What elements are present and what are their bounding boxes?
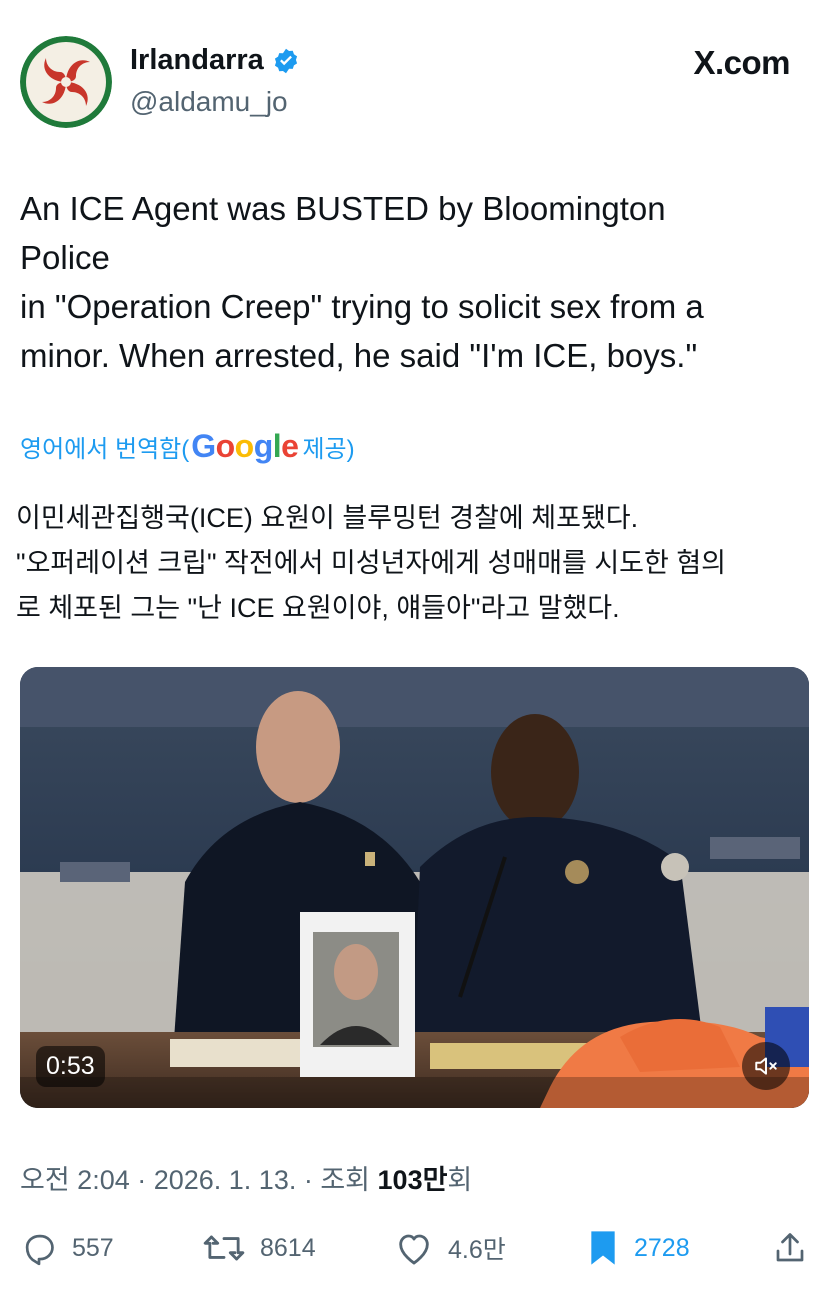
- x-brand-logo: X.com: [693, 44, 790, 82]
- video-player[interactable]: [20, 667, 809, 1108]
- google-logo: Google: [191, 428, 299, 464]
- video-frame: [20, 667, 809, 1108]
- tweet-meta: 오전 2:04 · 2026. 1. 13. · 조회 103만회: [20, 1158, 472, 1197]
- translation-suffix: 제공): [302, 436, 355, 463]
- view-count: 103만: [377, 1165, 448, 1195]
- repost-button[interactable]: 8614: [202, 1222, 316, 1274]
- heart-icon: [399, 1234, 429, 1265]
- reply-button[interactable]: 557: [20, 1222, 114, 1274]
- bookmark-count: 2728: [634, 1233, 690, 1262]
- translated-line: 로 체포된 그는 "난 ICE 요원이야, 얘들아"라고 말했다.: [16, 593, 620, 623]
- like-count: 4.6만: [448, 1236, 506, 1264]
- mute-button[interactable]: [742, 1042, 790, 1090]
- timestamp-prefix: 오전 2:04 · 2026. 1. 13. · 조회: [20, 1165, 378, 1195]
- author-handle[interactable]: @aldamu_jo: [130, 86, 288, 118]
- translation-prefix: 영어에서 번역함(: [20, 436, 190, 463]
- display-name[interactable]: Irlandarra: [130, 44, 300, 77]
- repost-count: 8614: [260, 1233, 316, 1262]
- translation-toggle-link[interactable]: 영어에서 번역함( Google 제공): [20, 428, 355, 465]
- tweet-line: minor. When arrested, he said "I'm ICE, …: [20, 337, 698, 374]
- tweet-line: in "Operation Creep" trying to solicit s…: [20, 288, 704, 325]
- share-icon: [776, 1233, 804, 1262]
- display-name-text: Irlandarra: [130, 44, 264, 76]
- tweet-line: Police: [20, 239, 110, 276]
- verified-badge-icon: [274, 48, 297, 73]
- reply-icon: [25, 1234, 54, 1266]
- avatar[interactable]: [20, 36, 112, 128]
- translated-line: "오퍼레이션 크립" 작전에서 미성년자에게 성매매를 시도한 혐의: [16, 548, 727, 578]
- tweet-text: An ICE Agent was BUSTED by Bloomington P…: [20, 184, 810, 380]
- video-duration-badge: 0:53: [36, 1046, 105, 1087]
- share-button[interactable]: [772, 1222, 808, 1274]
- bookmark-button[interactable]: 2728: [586, 1222, 690, 1274]
- brand-label: X.com: [693, 44, 790, 81]
- lauburu-emblem-icon: [20, 36, 112, 128]
- action-bar: 557 8614 4.6만 2728: [20, 1222, 810, 1274]
- tweet-line: An ICE Agent was BUSTED by Bloomington: [20, 190, 666, 227]
- speaker-muted-icon: [755, 1057, 777, 1075]
- repost-icon: [203, 1235, 245, 1261]
- bookmark-filled-icon: [591, 1231, 615, 1265]
- reply-count: 557: [72, 1233, 114, 1262]
- like-button[interactable]: 4.6만: [394, 1222, 506, 1274]
- translated-line: 이민세관집행국(ICE) 요원이 블루밍턴 경찰에 체포됐다.: [16, 503, 639, 533]
- translated-text: 이민세관집행국(ICE) 요원이 블루밍턴 경찰에 체포됐다. "오퍼레이션 크…: [16, 496, 816, 631]
- view-suffix: 회: [447, 1165, 473, 1195]
